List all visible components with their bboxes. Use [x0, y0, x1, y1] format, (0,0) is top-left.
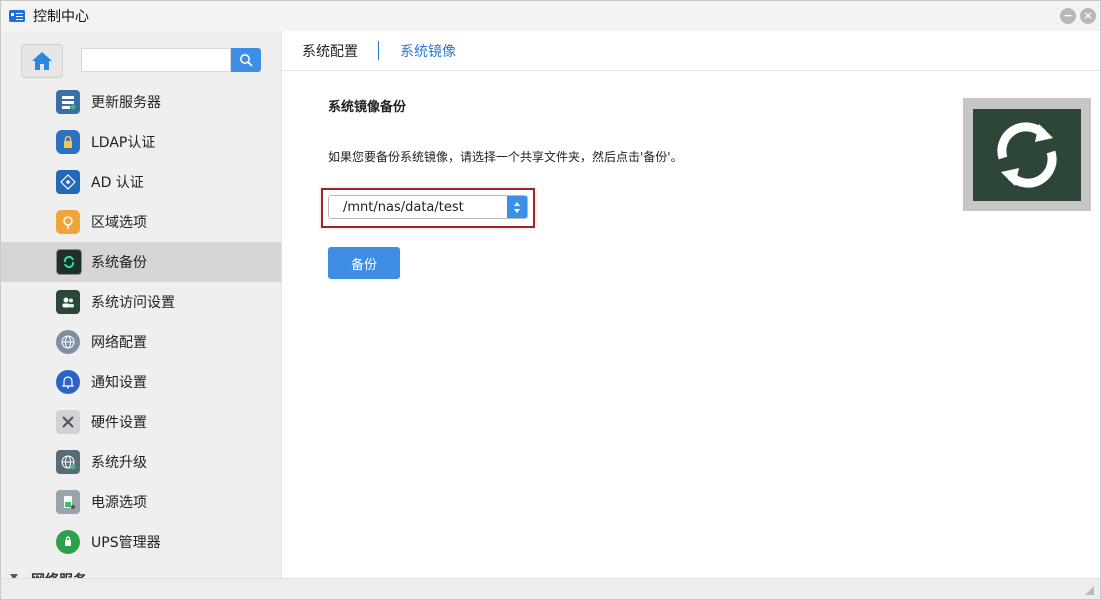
ad-network-icon — [56, 170, 80, 194]
select-spinner-icon[interactable] — [507, 196, 527, 218]
sync-arrows-icon — [973, 108, 1081, 201]
sidebar-item-label: 更新服务器 — [91, 95, 161, 111]
search-button[interactable] — [231, 48, 261, 72]
ldap-lock-icon — [56, 130, 80, 154]
sidebar-item-region[interactable]: 区域选项 — [1, 202, 281, 242]
search-input[interactable] — [81, 48, 231, 72]
sidebar-item-label: 系统升级 — [91, 455, 147, 471]
sidebar-item-label: 通知设置 — [91, 375, 147, 391]
sidebar-item-label: 网络配置 — [91, 335, 147, 351]
sidebar-item-label: 区域选项 — [91, 215, 147, 231]
update-server-icon — [56, 90, 80, 114]
backup-button[interactable]: 备份 — [328, 247, 400, 279]
sidebar-item-label: AD 认证 — [91, 175, 144, 191]
power-battery-icon — [56, 490, 80, 514]
upgrade-globe-icon — [56, 450, 80, 474]
notification-bell-icon — [56, 370, 80, 394]
ups-icon — [56, 530, 80, 554]
section-title: 系统镜像备份 — [328, 100, 407, 115]
sidebar-item-notification[interactable]: 通知设置 — [1, 362, 281, 402]
home-icon — [32, 52, 52, 70]
sidebar-item-update-server[interactable]: 更新服务器 — [1, 82, 281, 122]
resize-grip-icon[interactable] — [1085, 586, 1094, 595]
network-globe-icon — [56, 330, 80, 354]
control-center-window: 控制中心 − × 更新服务器 LDAP认证 AD 认证 区域选项 系统备份 系统… — [0, 0, 1101, 600]
share-folder-select[interactable]: /mnt/nas/data/test — [328, 195, 528, 219]
backup-description: 如果您要备份系统镜像，请选择一个共享文件夹，然后点击'备份'。 — [328, 150, 683, 164]
sidebar-item-label: UPS管理器 — [91, 535, 161, 551]
sidebar-item-upgrade[interactable]: 系统升级 — [1, 442, 281, 482]
title-bar: 控制中心 − × — [1, 1, 1100, 32]
backup-hero-image — [963, 98, 1091, 211]
share-folder-value: /mnt/nas/data/test — [343, 200, 464, 215]
main-panel: 系统配置 系统镜像 系统镜像备份 如果您要备份系统镜像，请选择一个共享文件夹，然… — [282, 31, 1100, 579]
system-backup-icon — [56, 249, 82, 275]
tab-bar: 系统配置 系统镜像 — [282, 31, 1100, 71]
access-users-icon — [56, 290, 80, 314]
sidebar-item-ldap[interactable]: LDAP认证 — [1, 122, 281, 162]
status-bar — [1, 578, 1100, 599]
sidebar: 更新服务器 LDAP认证 AD 认证 区域选项 系统备份 系统访问设置 网络配置… — [1, 31, 282, 579]
sidebar-item-label: 系统访问设置 — [91, 295, 175, 311]
sidebar-item-ad[interactable]: AD 认证 — [1, 162, 281, 202]
sidebar-item-system-access[interactable]: 系统访问设置 — [1, 282, 281, 322]
sidebar-item-label: LDAP认证 — [91, 135, 156, 151]
hardware-tools-icon — [56, 410, 80, 434]
sidebar-item-power[interactable]: 电源选项 — [1, 482, 281, 522]
sidebar-nav: 更新服务器 LDAP认证 AD 认证 区域选项 系统备份 系统访问设置 网络配置… — [1, 82, 281, 562]
app-icon — [9, 10, 25, 22]
sidebar-item-label: 硬件设置 — [91, 415, 147, 431]
window-title: 控制中心 — [33, 9, 89, 25]
sidebar-item-ups[interactable]: UPS管理器 — [1, 522, 281, 562]
sidebar-item-network[interactable]: 网络配置 — [1, 322, 281, 362]
region-pin-icon — [56, 210, 80, 234]
sidebar-item-hardware[interactable]: 硬件设置 — [1, 402, 281, 442]
tab-separator — [378, 41, 379, 60]
minimize-icon[interactable]: − — [1060, 8, 1076, 24]
close-icon[interactable]: × — [1080, 8, 1096, 24]
sidebar-item-label: 系统备份 — [91, 255, 147, 271]
sidebar-item-label: 电源选项 — [91, 495, 147, 511]
home-button[interactable] — [21, 44, 63, 78]
tab-system-config[interactable]: 系统配置 — [302, 41, 358, 61]
sidebar-item-system-backup[interactable]: 系统备份 — [1, 242, 281, 282]
tab-system-image[interactable]: 系统镜像 — [400, 41, 456, 61]
search-icon — [240, 54, 253, 67]
sidebar-search — [81, 48, 262, 72]
